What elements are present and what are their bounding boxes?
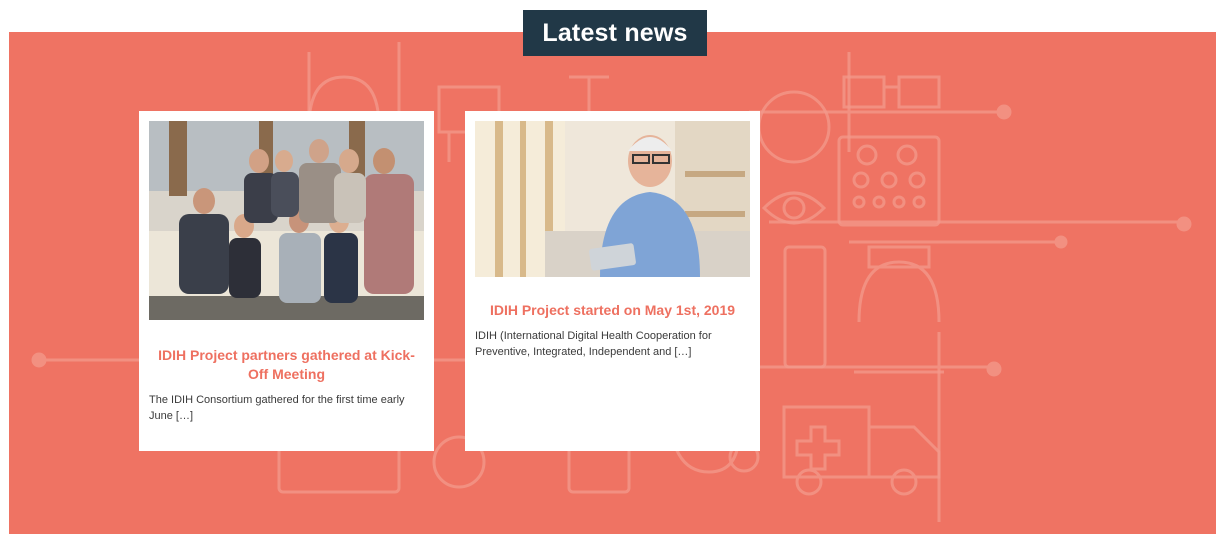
senior-with-tablet-photo[interactable] bbox=[475, 121, 750, 277]
post-excerpt: The IDIH Consortium gathered for the fir… bbox=[149, 394, 405, 422]
thermometer-icon bbox=[783, 245, 827, 369]
news-card[interactable]: IDIH Project started on May 1st, 2019 ID… bbox=[465, 111, 760, 451]
section-title: Latest news bbox=[523, 10, 707, 56]
news-card[interactable]: IDIH Project partners gathered at Kick-O… bbox=[139, 111, 434, 451]
magnifier-icon bbox=[757, 90, 831, 164]
nurse-icon bbox=[854, 245, 944, 374]
post-title[interactable]: IDIH Project partners gathered at Kick-O… bbox=[149, 346, 424, 384]
post-excerpt: IDIH (International Digital Health Coope… bbox=[475, 330, 712, 358]
glasses-icon bbox=[842, 75, 941, 109]
group-photo[interactable] bbox=[149, 121, 424, 320]
post-title[interactable]: IDIH Project started on May 1st, 2019 bbox=[475, 301, 750, 320]
